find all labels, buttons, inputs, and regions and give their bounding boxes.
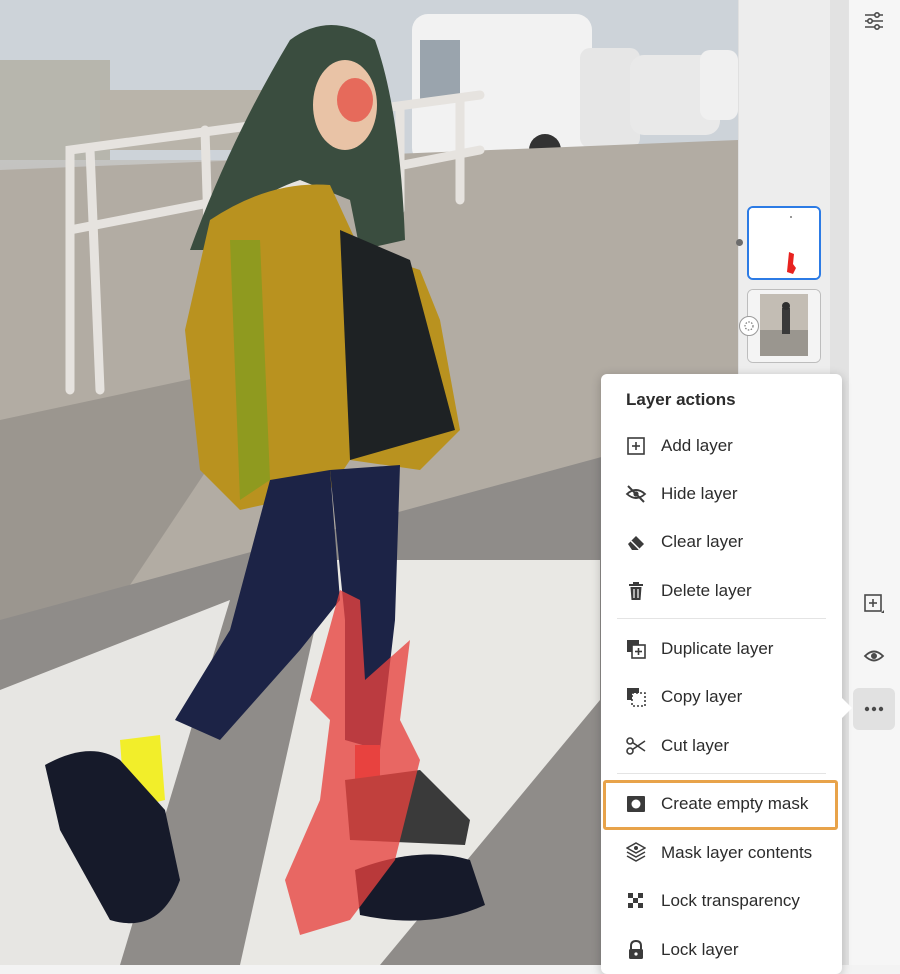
mask-link-icon[interactable] [739, 316, 759, 336]
menu-item-lock-transparency[interactable]: Lock transparency [601, 881, 842, 921]
menu-item-label: Delete layer [661, 581, 752, 600]
scissors-icon [625, 735, 647, 757]
add-layer-icon[interactable] [853, 583, 895, 625]
menu-item-label: Clear layer [661, 532, 744, 551]
menu-item-lock-layer[interactable]: Lock layer [601, 930, 842, 970]
more-dots-icon[interactable] [853, 688, 895, 730]
mask-layers-icon [625, 842, 647, 864]
menu-item-label: Lock transparency [661, 891, 800, 910]
copy-icon [625, 686, 647, 708]
menu-item-clear-layer[interactable]: Clear layer [601, 522, 842, 562]
menu-item-add-layer[interactable]: Add layer [601, 426, 842, 466]
menu-item-label: Create empty mask [661, 794, 809, 813]
layer-actions-menu: Layer actions Add layer Hide layer Clear… [601, 374, 842, 974]
menu-item-copy-layer[interactable]: Copy layer [601, 677, 842, 717]
menu-item-label: Add layer [661, 436, 733, 455]
right-toolbar [848, 0, 900, 965]
sliders-icon[interactable] [853, 0, 895, 42]
menu-item-create-empty-mask[interactable]: Create empty mask [601, 784, 842, 824]
plus-square-icon [864, 594, 884, 613]
plus-square-icon [625, 435, 647, 457]
menu-item-cut-layer[interactable]: Cut layer [601, 726, 842, 766]
layer-indicator-dot [736, 239, 743, 246]
menu-item-delete-layer[interactable]: Delete layer [601, 571, 842, 611]
menu-item-label: Cut layer [661, 736, 730, 755]
eye-slash-icon [625, 483, 647, 505]
layer-thumbnail-paint[interactable] [747, 206, 821, 280]
menu-item-mask-layer-contents[interactable]: Mask layer contents [601, 833, 842, 873]
lock-icon [625, 939, 647, 961]
menu-divider [617, 773, 826, 774]
paint-thumbnail-image [749, 208, 819, 278]
menu-item-label: Hide layer [661, 484, 738, 503]
menu-item-label: Duplicate layer [661, 639, 774, 658]
menu-item-label: Mask layer contents [661, 843, 813, 862]
menu-divider [617, 618, 826, 619]
link-dots-icon [744, 321, 754, 331]
duplicate-icon [625, 638, 647, 660]
eye-icon[interactable] [853, 635, 895, 677]
adjust-sliders-icon [865, 11, 883, 31]
menu-item-duplicate-layer[interactable]: Duplicate layer [601, 629, 842, 669]
trash-icon [625, 580, 647, 602]
menu-item-hide-layer[interactable]: Hide layer [601, 474, 842, 514]
ellipsis-icon [864, 706, 884, 712]
menu-item-label: Lock layer [661, 940, 739, 959]
menu-pointer-caret [842, 698, 852, 718]
visibility-eye-icon [863, 650, 885, 662]
menu-item-label: Copy layer [661, 687, 743, 706]
checker-icon [625, 890, 647, 912]
menu-title: Layer actions [626, 390, 736, 409]
mask-icon [625, 793, 647, 815]
eraser-icon [625, 531, 647, 553]
